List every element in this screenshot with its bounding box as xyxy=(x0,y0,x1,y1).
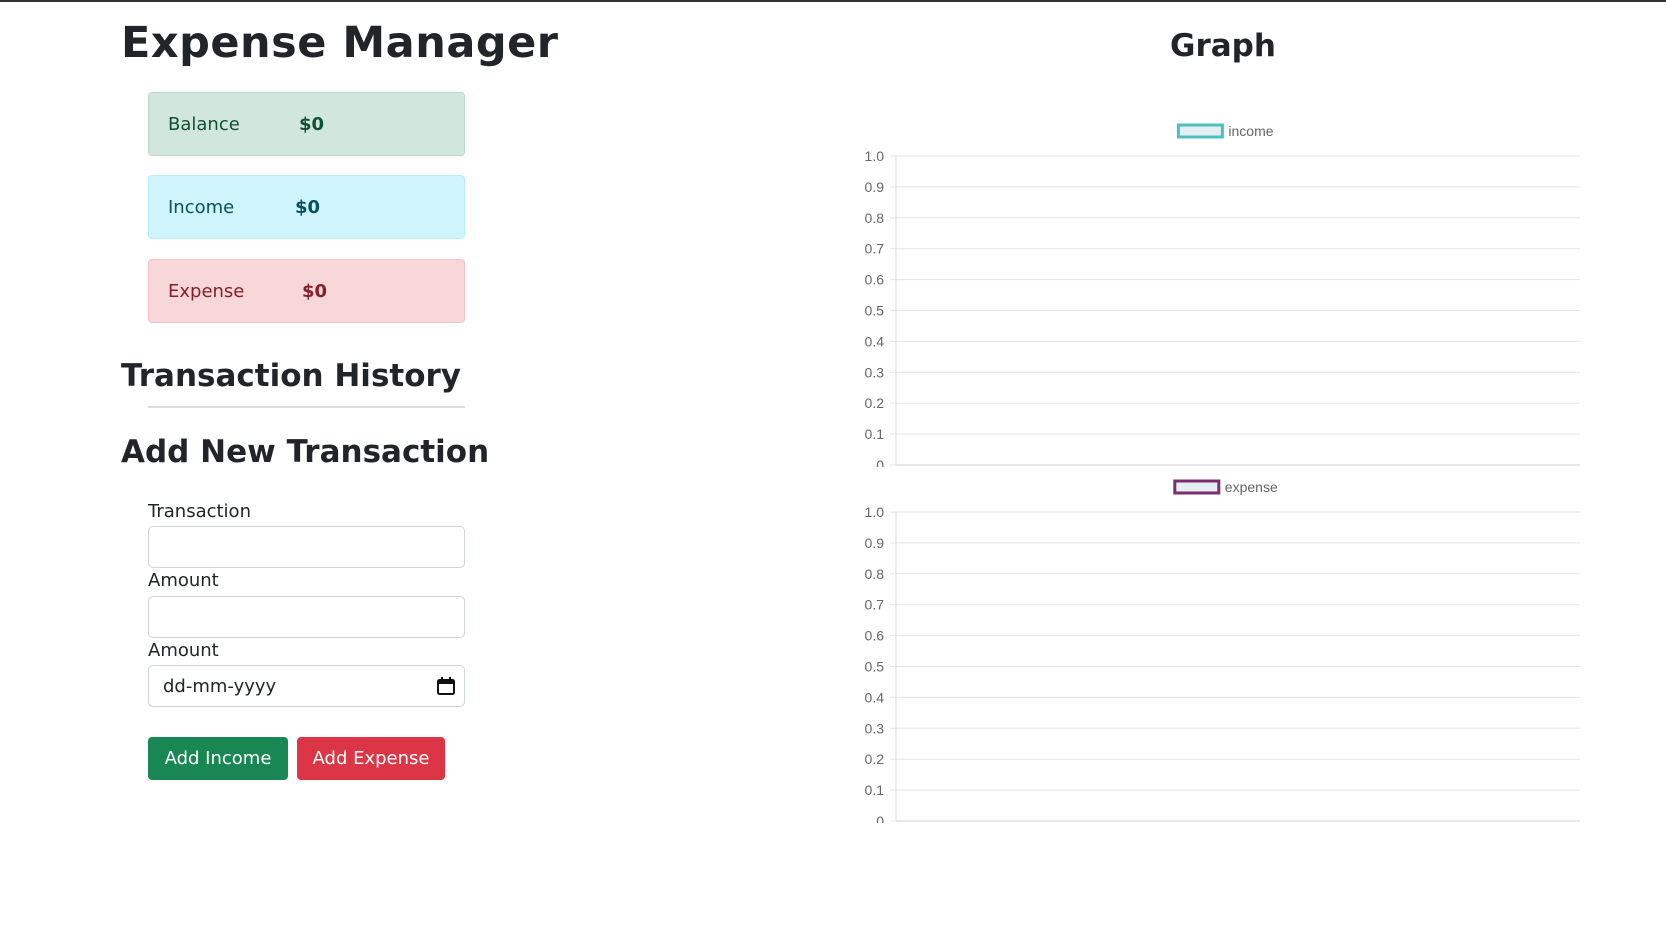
y-tick-label: 1.0 xyxy=(865,148,885,164)
y-tick-label: 0.7 xyxy=(865,597,885,613)
y-tick-label: 0.3 xyxy=(865,364,885,380)
amount-input[interactable] xyxy=(148,596,465,638)
y-tick-label: 0.7 xyxy=(865,241,885,257)
y-tick-label: 0 xyxy=(876,813,884,823)
date-placeholder: dd-mm-yyyy xyxy=(163,675,277,697)
y-tick-label: 0 xyxy=(876,457,884,467)
income-card: Income $0 xyxy=(148,175,465,239)
y-tick-label: 0.1 xyxy=(865,782,885,798)
y-tick-label: 0.6 xyxy=(865,628,885,644)
expense-legend-swatch xyxy=(1173,479,1221,495)
income-legend-swatch xyxy=(1176,123,1224,139)
y-tick-label: 1.0 xyxy=(865,504,885,520)
date-input[interactable]: dd-mm-yyyy xyxy=(148,665,465,707)
amount-label: Amount xyxy=(148,570,219,591)
transaction-history-title: Transaction History xyxy=(121,358,462,394)
y-tick-label: 0.5 xyxy=(865,659,885,675)
page-title: Expense Manager xyxy=(121,18,559,68)
y-tick-label: 0.9 xyxy=(865,535,885,551)
y-tick-label: 0.3 xyxy=(865,720,885,736)
y-tick-label: 0.2 xyxy=(865,751,885,767)
y-tick-label: 0.8 xyxy=(865,210,885,226)
y-tick-label: 0.4 xyxy=(865,689,885,705)
balance-label: Balance xyxy=(168,113,240,135)
expense-label: Expense xyxy=(168,280,245,302)
date-label: Amount xyxy=(148,640,219,661)
expense-card: Expense $0 xyxy=(148,259,465,323)
y-tick-label: 0.8 xyxy=(865,566,885,582)
balance-card: Balance $0 xyxy=(148,92,465,156)
add-expense-button[interactable]: Add Expense xyxy=(297,737,445,780)
graph-title: Graph xyxy=(1170,28,1276,64)
y-tick-label: 0.9 xyxy=(865,179,885,195)
calendar-icon[interactable] xyxy=(436,676,456,701)
y-tick-label: 0.6 xyxy=(865,272,885,288)
transaction-input[interactable] xyxy=(148,526,465,568)
income-value: $0 xyxy=(295,196,321,218)
expense-value: $0 xyxy=(302,280,328,302)
add-income-button[interactable]: Add Income xyxy=(148,737,288,780)
history-divider xyxy=(148,406,465,408)
top-border xyxy=(0,0,1666,2)
income-legend[interactable]: income xyxy=(1176,123,1274,139)
add-transaction-title: Add New Transaction xyxy=(121,434,490,470)
y-tick-label: 0.1 xyxy=(865,426,885,442)
expense-legend[interactable]: expense xyxy=(1173,479,1278,495)
y-tick-label: 0.2 xyxy=(865,395,885,411)
income-legend-label: income xyxy=(1228,123,1273,139)
y-tick-label: 0.4 xyxy=(865,333,885,349)
transaction-label: Transaction xyxy=(148,501,251,522)
income-label: Income xyxy=(168,196,235,218)
balance-value: $0 xyxy=(299,113,325,135)
y-tick-label: 0.5 xyxy=(865,303,885,319)
income-chart: income 1.0 0.9 0.8 0.7 0.6 0.5 0.4 0.3 0.2 0.1 0 xyxy=(865,123,1580,467)
expense-legend-label: expense xyxy=(1225,479,1278,495)
expense-chart: expense 1.0 0.9 0.8 0.7 0.6 0.5 0.4 0.3 0.2 0.1 0 xyxy=(865,479,1580,823)
